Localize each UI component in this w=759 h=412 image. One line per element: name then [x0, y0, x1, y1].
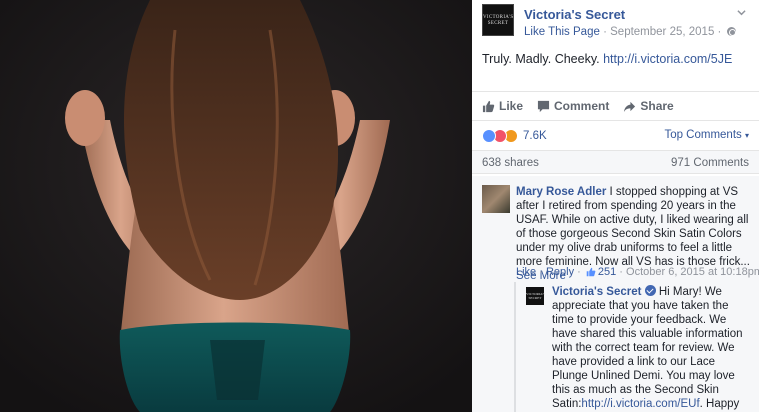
post-header: VICTORIA'S SECRET Victoria's Secret Like… [482, 4, 752, 44]
reply-avatar[interactable]: VICTORIA'S SECRET [526, 287, 545, 305]
comment-button-label: Comment [554, 99, 610, 113]
reaction-count[interactable]: 7.6K [523, 130, 547, 142]
share-count[interactable]: 638 shares [482, 157, 539, 169]
post-photo[interactable] [0, 0, 472, 412]
comment-like-link[interactable]: Like [516, 266, 536, 278]
meta-separator-2: · [717, 26, 722, 38]
comment-like-count[interactable]: 251 [598, 266, 616, 278]
post-details-panel: VICTORIA'S SECRET Victoria's Secret Like… [472, 0, 759, 412]
share-button-label: Share [640, 99, 674, 113]
share-button[interactable]: Share [623, 99, 674, 113]
reply-thread-line [514, 282, 516, 412]
page-avatar[interactable]: VICTORIA'S SECRET [482, 4, 514, 36]
comment-count[interactable]: 971 Comments [671, 157, 749, 169]
post-message: Truly. Madly. Cheeky. http://i.victoria.… [482, 52, 732, 66]
meta-dot-1: · [536, 266, 546, 278]
post-stats-bar: 638 shares 971 Comments [472, 150, 759, 174]
share-arrow-icon [624, 101, 636, 112]
facebook-photo-viewer: VICTORIA'S SECRET Victoria's Secret Like… [0, 0, 759, 412]
reactions-summary[interactable]: 7.6K [482, 128, 547, 144]
meta-separator: · [603, 26, 607, 38]
caret-down-icon: ▾ [744, 131, 749, 140]
post-text: Truly. Madly. Cheeky. [482, 52, 600, 66]
verified-badge-icon [644, 285, 656, 296]
post-link[interactable]: http://i.victoria.com/5JE [603, 52, 732, 66]
comment-sort-dropdown[interactable]: Top Comments ▾ [664, 129, 749, 141]
reply-text: Hi Mary! We appreciate that you have tak… [552, 286, 743, 410]
post-meta: Like This Page · September 25, 2015 · [524, 26, 736, 38]
globe-icon [726, 27, 736, 36]
reply-comment: Victoria's Secret Hi Mary! We appreciate… [552, 285, 752, 412]
reply-link[interactable]: http://i.victoria.com/EUf [581, 398, 699, 410]
meta-dot-2: · [574, 266, 584, 278]
page-name-link[interactable]: Victoria's Secret [524, 7, 625, 22]
post-date[interactable]: September 25, 2015 [610, 26, 714, 38]
comment-timestamp[interactable]: October 6, 2015 at 10:18pm [626, 266, 759, 278]
like-reaction-icon [482, 129, 496, 143]
thumbs-up-icon [482, 100, 495, 112]
comment-author[interactable]: Mary Rose Adler [516, 186, 606, 198]
chevron-down-icon[interactable] [737, 8, 746, 17]
comment-icon [537, 100, 550, 112]
post-actions: Like Comment Share [472, 91, 759, 121]
meta-dot-3: · [616, 266, 627, 278]
like-button[interactable]: Like [482, 99, 523, 113]
comment-button[interactable]: Comment [537, 99, 609, 113]
photo-image [0, 0, 472, 412]
comment-meta: Like · Reply · 251 · October 6, 2015 at … [516, 266, 759, 278]
comment-text: I stopped shopping at VS after I retired… [516, 186, 750, 268]
like-button-label: Like [499, 99, 524, 113]
small-thumbs-up-icon [586, 267, 596, 277]
comment-reply-link[interactable]: Reply [546, 266, 574, 278]
commenter-avatar[interactable] [482, 185, 510, 213]
comment-sort-label: Top Comments [664, 129, 742, 141]
reply-author[interactable]: Victoria's Secret [552, 286, 641, 298]
comments-section: Mary Rose Adler I stopped shopping at VS… [472, 176, 759, 412]
like-page-link[interactable]: Like This Page [524, 26, 600, 38]
